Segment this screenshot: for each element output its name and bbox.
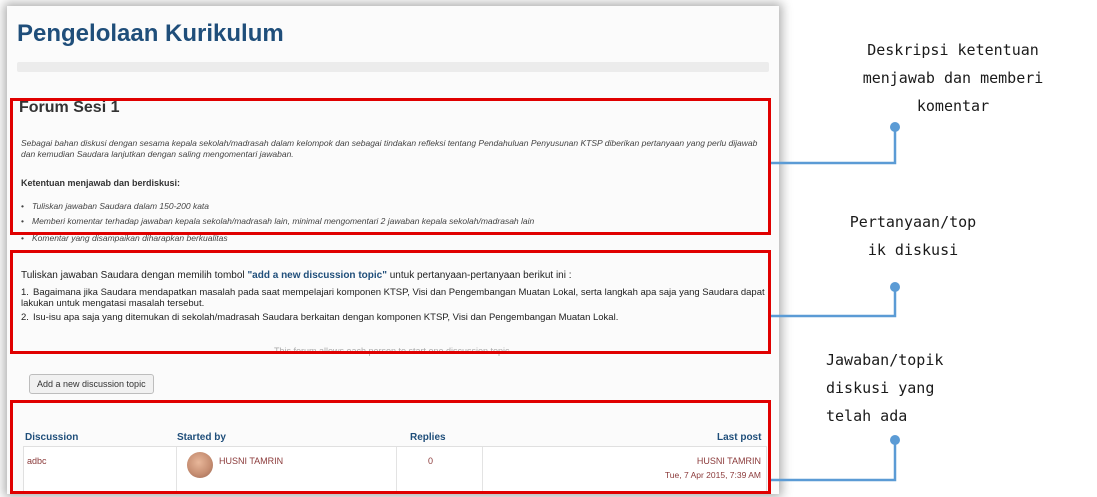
annotation-line: ik diskusi [867, 241, 959, 259]
connector-dot [890, 435, 900, 445]
annotation-label: Jawaban/topik diskusi yang telah ada [826, 346, 966, 430]
annotation-label: Deskripsi ketentuan menjawab dan memberi… [818, 36, 1088, 120]
annotation-line: diskusi yang [826, 379, 935, 397]
connector-dot [890, 282, 900, 292]
annotation-line: Pertanyaan/top [849, 213, 977, 231]
annotation-line: telah ada [826, 407, 908, 425]
annotation-line: Jawaban/topik [826, 351, 944, 369]
annotation-line: komentar [916, 97, 990, 115]
annotation-line: Deskripsi ketentuan [867, 41, 1039, 59]
annotation-line: menjawab dan memberi [862, 69, 1044, 87]
connector-dot [890, 122, 900, 132]
annotation-label: Pertanyaan/top ik diskusi [818, 208, 1008, 264]
